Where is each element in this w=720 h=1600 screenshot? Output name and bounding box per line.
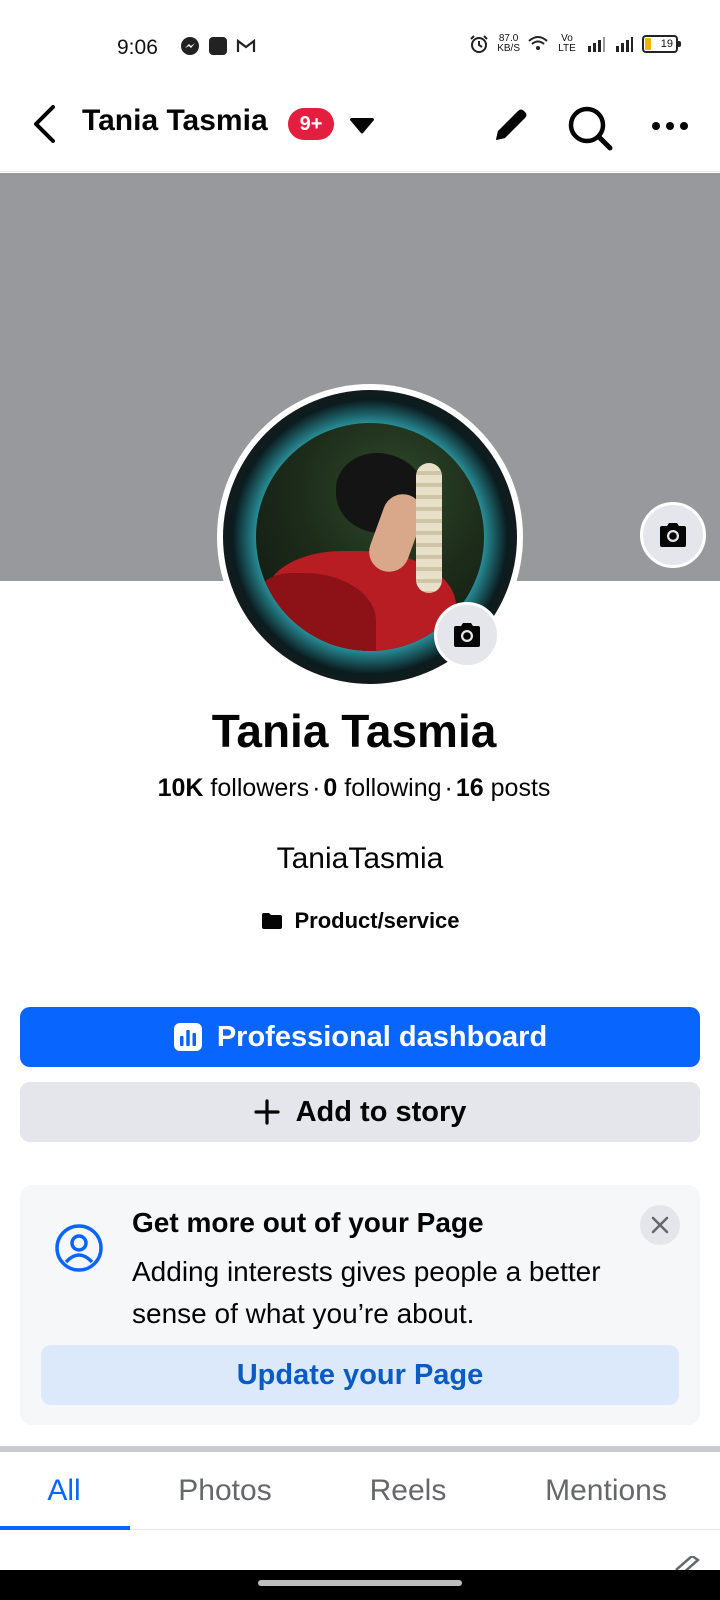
volte-label: Vo LTE bbox=[558, 33, 576, 54]
notification-icons bbox=[180, 36, 256, 56]
plus-icon bbox=[254, 1099, 280, 1125]
messenger-icon bbox=[181, 37, 199, 55]
tab-all[interactable]: All bbox=[0, 1452, 128, 1530]
back-button[interactable] bbox=[24, 102, 64, 146]
system-status-icons: 87.0 KB/S Vo LTE 19 bbox=[469, 33, 681, 54]
network-speed-unit: KB/S bbox=[497, 43, 520, 54]
followers-label[interactable]: followers bbox=[210, 774, 309, 802]
app-icon bbox=[209, 37, 227, 55]
suggestion-body: Adding interests gives people a better s… bbox=[132, 1256, 601, 1329]
add-to-story-label: Add to story bbox=[295, 1095, 467, 1128]
pencil-icon bbox=[496, 109, 527, 140]
gmail-icon bbox=[236, 38, 256, 52]
app-header: Tania Tasmia 9+ bbox=[0, 80, 720, 172]
posts-label: posts bbox=[490, 774, 551, 802]
dashboard-icon bbox=[173, 1023, 202, 1051]
edit-cover-photo-button[interactable] bbox=[640, 502, 706, 568]
suggestion-title: Get more out of your Page bbox=[132, 1207, 484, 1238]
search-button[interactable] bbox=[564, 102, 616, 154]
edit-button[interactable] bbox=[486, 102, 534, 150]
more-icon bbox=[652, 122, 688, 130]
user-circle-icon bbox=[55, 1224, 103, 1272]
add-to-story-button[interactable]: Add to story bbox=[20, 1082, 700, 1142]
notification-badge[interactable]: 9+ bbox=[288, 108, 334, 140]
battery-indicator: 19 bbox=[642, 35, 681, 53]
page-category: Product/service bbox=[0, 908, 720, 934]
alarm-icon bbox=[470, 35, 488, 53]
home-gesture-handle[interactable] bbox=[258, 1580, 462, 1586]
category-icon bbox=[262, 913, 283, 929]
back-icon bbox=[34, 105, 55, 143]
profile-switcher-button[interactable] bbox=[344, 108, 380, 144]
camera-icon bbox=[454, 623, 480, 647]
wifi-icon bbox=[528, 36, 548, 50]
signal-icon bbox=[588, 37, 605, 52]
username: TaniaTasmia bbox=[276, 842, 444, 875]
edit-section-icon[interactable] bbox=[672, 1556, 700, 1570]
professional-dashboard-label: Professional dashboard bbox=[216, 1020, 548, 1053]
edit-profile-picture-button[interactable] bbox=[434, 602, 500, 668]
profile-stats: 10K followers · 0 following · 16 posts bbox=[157, 774, 551, 802]
close-icon bbox=[651, 1216, 669, 1234]
camera-icon bbox=[660, 523, 686, 547]
following-label[interactable]: following bbox=[344, 774, 441, 802]
search-icon bbox=[568, 106, 613, 151]
profile-tabs: All Photos Reels Mentions bbox=[0, 1452, 720, 1530]
followers-count[interactable]: 10K bbox=[158, 774, 204, 802]
page-title[interactable]: Tania Tasmia bbox=[82, 104, 268, 138]
active-tab-indicator bbox=[0, 1526, 130, 1530]
dismiss-suggestion-button[interactable] bbox=[640, 1205, 680, 1245]
system-navigation-bar bbox=[0, 1570, 720, 1600]
profile-name: Tania Tasmia bbox=[211, 705, 497, 757]
status-time: 9:06 bbox=[117, 36, 158, 59]
signal-icon-2 bbox=[616, 37, 633, 52]
network-speed: 87.0 KB/S bbox=[497, 34, 520, 54]
caret-down-icon bbox=[350, 118, 374, 134]
professional-dashboard-button[interactable]: Professional dashboard bbox=[20, 1007, 700, 1067]
category-label: Product/service bbox=[294, 908, 460, 933]
battery-level: 19 bbox=[660, 38, 673, 50]
posts-count: 16 bbox=[455, 774, 484, 802]
following-count[interactable]: 0 bbox=[323, 774, 337, 802]
page-suggestion-card: Get more out of your Page Adding interes… bbox=[20, 1185, 700, 1425]
tab-photos[interactable]: Photos bbox=[160, 1452, 290, 1530]
tab-reels[interactable]: Reels bbox=[350, 1452, 466, 1530]
more-options-button[interactable] bbox=[646, 106, 694, 146]
tab-mentions[interactable]: Mentions bbox=[526, 1452, 686, 1530]
update-page-button[interactable]: Update your Page bbox=[41, 1345, 679, 1405]
